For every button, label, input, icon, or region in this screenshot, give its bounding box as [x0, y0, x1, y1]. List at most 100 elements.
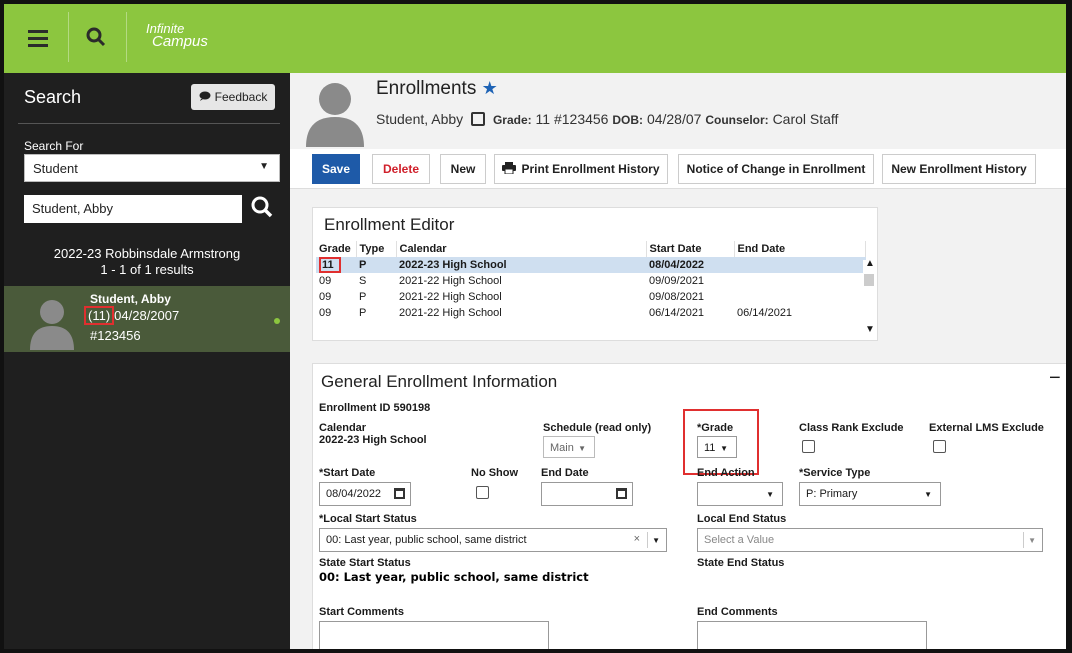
search-button-icon[interactable]	[250, 195, 278, 223]
col-end-date[interactable]: End Date	[734, 241, 866, 257]
schedule-label: Schedule (read only)	[543, 422, 652, 434]
result-dob-line: (11) 04/28/2007	[84, 306, 180, 325]
enrollment-id: Enrollment ID 590198	[319, 402, 431, 414]
end-date-input[interactable]	[541, 482, 633, 506]
delete-button[interactable]: Delete	[372, 154, 430, 184]
external-lms-checkbox[interactable]	[933, 440, 946, 453]
result-school: 2022-23 Robbinsdale Armstrong	[53, 246, 241, 261]
external-lms-label: External LMS Exclude	[929, 422, 1044, 434]
result-id: #123456	[90, 328, 141, 343]
col-grade[interactable]: Grade	[316, 241, 357, 257]
search-input[interactable]: Student, Abby	[24, 195, 242, 223]
favorite-star-icon[interactable]: ★	[482, 78, 498, 98]
collapse-icon[interactable]: −	[1049, 367, 1061, 390]
cell-end-date: 06/14/2021	[737, 307, 793, 319]
cell-start-date: 09/08/2021	[649, 291, 705, 303]
state-start-label: State Start Status	[319, 557, 411, 569]
cell-type: S	[359, 275, 367, 287]
sidebar-title: Search	[24, 87, 82, 107]
cell-type: P	[356, 257, 396, 273]
cell-calendar: 2022-23 High School	[396, 257, 646, 273]
feedback-button[interactable]: Feedback	[191, 84, 275, 110]
notice-of-change-button[interactable]: Notice of Change in Enrollment	[678, 154, 874, 184]
chevron-down-icon: ▼	[924, 490, 932, 499]
status-dot	[274, 318, 280, 324]
logo-line2: Campus	[152, 33, 208, 50]
printer-icon	[502, 161, 517, 177]
schedule-select: Main ▼	[543, 436, 595, 458]
cell-type: P	[359, 291, 367, 303]
scroll-thumb[interactable]	[864, 274, 874, 286]
cell-grade: 09	[319, 307, 332, 319]
action-toolbar: Save Delete New Print Enrollment History…	[290, 149, 1066, 189]
enrollment-editor-panel: Enrollment Editor Grade Type Calendar St…	[312, 207, 878, 341]
state-end-label: State End Status	[697, 557, 785, 569]
print-enrollment-history-button[interactable]: Print Enrollment History	[494, 154, 668, 184]
search-result-item[interactable]: Student, Abby (11) 04/28/2007 #123456	[4, 286, 290, 352]
col-calendar[interactable]: Calendar	[396, 241, 647, 257]
search-for-label: Search For	[24, 139, 84, 153]
top-bar: Infinite Campus	[4, 4, 1066, 73]
table-row[interactable]: 09 P 2021-22 High School 09/08/2021	[316, 289, 866, 305]
main-content: Enrollments ★ Student, Abby Grade: 11 #1…	[290, 73, 1066, 649]
save-button[interactable]: Save	[312, 154, 360, 184]
infinite-campus-logo[interactable]: Infinite Campus	[146, 22, 208, 50]
search-for-select[interactable]: Student ▼	[24, 154, 280, 182]
result-name: Student, Abby	[90, 292, 171, 306]
separator	[1023, 532, 1024, 548]
avatar-icon	[28, 298, 76, 350]
id-card-icon[interactable]	[471, 112, 486, 126]
calendar-value: 2022-23 High School	[319, 434, 427, 446]
cell-end-date	[734, 273, 866, 289]
cell-grade: 09	[319, 275, 332, 287]
cell-calendar: 2021-22 High School	[399, 275, 502, 287]
class-rank-checkbox[interactable]	[802, 440, 815, 453]
table-row[interactable]: 09 S 2021-22 High School 09/09/2021	[316, 273, 866, 289]
result-dob: 04/28/2007	[114, 308, 180, 323]
search-icon[interactable]	[86, 27, 106, 53]
local-end-label: Local End Status	[697, 513, 787, 525]
service-type-select[interactable]: P: Primary ▼	[799, 482, 941, 506]
end-comments-label: End Comments	[697, 606, 778, 618]
local-start-value: 00: Last year, public school, same distr…	[326, 534, 527, 546]
counselor-label: Counselor:	[705, 113, 769, 127]
cell-start-date: 06/14/2021	[649, 307, 705, 319]
calendar-icon[interactable]	[394, 488, 405, 499]
col-start-date[interactable]: Start Date	[646, 241, 735, 257]
new-button[interactable]: New	[440, 154, 486, 184]
end-action-select[interactable]: ▼	[697, 482, 783, 506]
general-enrollment-panel: General Enrollment Information − Enrollm…	[312, 363, 1066, 649]
scroll-down-icon[interactable]: ▼	[865, 324, 875, 335]
cell-start-date: 09/09/2021	[649, 275, 705, 287]
counselor-value: Carol Staff	[772, 111, 839, 127]
grade-label: *Grade	[697, 422, 734, 434]
feedback-label: Feedback	[214, 90, 268, 104]
new-enrollment-history-button[interactable]: New Enrollment History	[882, 154, 1036, 184]
service-type-label: *Service Type	[799, 467, 871, 479]
table-row[interactable]: 09 P 2021-22 High School 06/14/2021 06/1…	[316, 305, 866, 321]
chevron-down-icon: ▼	[259, 161, 269, 172]
clear-icon[interactable]: ×	[634, 533, 640, 545]
calendar-icon[interactable]	[616, 488, 627, 499]
hamburger-menu-icon[interactable]	[28, 30, 48, 47]
chevron-down-icon: ▼	[720, 444, 728, 453]
separator	[647, 532, 648, 548]
start-date-input[interactable]: 08/04/2022	[319, 482, 411, 506]
page-title: Enrollments ★	[376, 78, 498, 100]
chevron-down-icon: ▼	[766, 490, 774, 499]
table-scrollbar[interactable]: ▲ ▼	[863, 258, 875, 338]
scroll-up-icon[interactable]: ▲	[865, 258, 875, 269]
end-comments-textarea[interactable]	[697, 621, 927, 649]
start-comments-textarea[interactable]	[319, 621, 549, 649]
local-end-select[interactable]: Select a Value ▼	[697, 528, 1043, 552]
local-start-select[interactable]: 00: Last year, public school, same distr…	[319, 528, 667, 552]
grade-select[interactable]: 11 ▼	[697, 436, 737, 458]
cell-end-date	[734, 257, 866, 273]
topbar-divider	[126, 12, 127, 62]
cell-grade: 09	[319, 291, 332, 303]
start-comments-label: Start Comments	[319, 606, 404, 618]
state-start-value: 00: Last year, public school, same distr…	[319, 570, 589, 584]
col-type[interactable]: Type	[356, 241, 397, 257]
no-show-checkbox[interactable]	[476, 486, 489, 499]
table-row[interactable]: 11 P 2022-23 High School 08/04/2022	[316, 257, 866, 273]
